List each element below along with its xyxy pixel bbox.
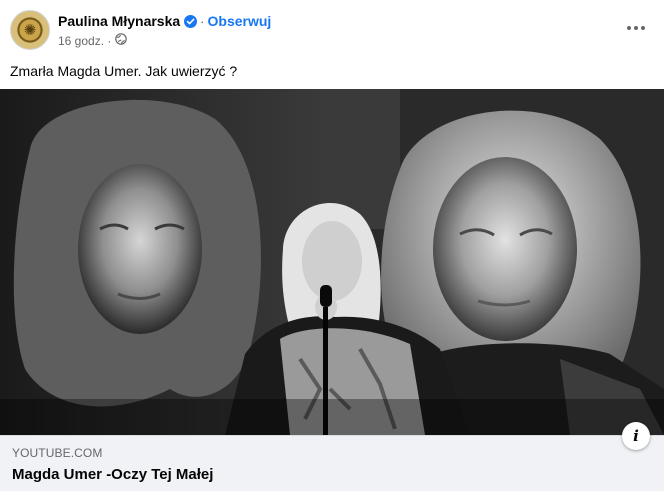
globe-icon [115,32,128,50]
video-thumbnail[interactable] [0,89,664,435]
post-header: ✺ Paulina Młynarska · Obserwuj 16 godz. … [0,0,664,58]
avatar-emblem-icon: ✺ [23,21,37,39]
separator-dot: · [200,13,205,29]
follow-button[interactable]: Obserwuj [208,13,272,29]
link-title[interactable]: Magda Umer -Oczy Tej Małej [12,466,213,483]
post-timestamp[interactable]: 16 godz. · [58,34,111,48]
verified-badge-icon [184,14,198,28]
post-meta: 16 godz. · [58,32,128,50]
thumbnail-image [0,89,664,435]
author-name[interactable]: Paulina Młynarska [58,13,180,29]
link-domain: YOUTUBE.COM [12,446,103,460]
post-text: Zmarła Magda Umer. Jak uwierzyć ? [10,63,238,79]
author-row: Paulina Młynarska · Obserwuj [58,11,271,31]
more-options-icon[interactable] [622,14,650,42]
link-preview[interactable]: YOUTUBE.COM Magda Umer -Oczy Tej Małej i [0,422,664,491]
info-icon[interactable]: i [622,422,650,450]
avatar[interactable]: ✺ [10,10,50,50]
